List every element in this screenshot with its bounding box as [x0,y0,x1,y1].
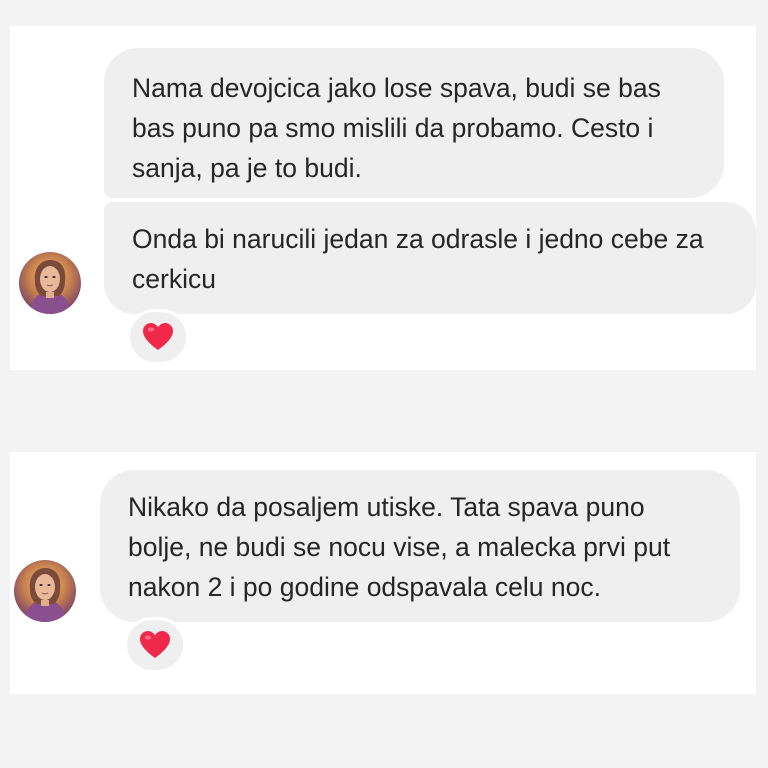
message-text: Nama devojcica jako lose spava, budi se … [132,73,661,183]
avatar-image [19,252,81,314]
message-bubble[interactable]: Onda bi narucili jedan za odrasle i jedn… [104,202,756,314]
heart-icon [140,631,170,658]
contact-avatar[interactable] [19,252,81,314]
heart-reaction[interactable] [127,309,189,365]
message-bubble[interactable]: Nikako da posaljem utiske. Tata spava pu… [100,470,740,622]
message-text: Onda bi narucili jedan za odrasle i jedn… [132,224,704,294]
contact-avatar[interactable] [14,560,76,622]
avatar-image [14,560,76,622]
heart-icon [143,323,173,350]
message-bubble[interactable]: Nama devojcica jako lose spava, budi se … [104,48,724,198]
heart-reaction[interactable] [124,617,186,673]
message-text: Nikako da posaljem utiske. Tata spava pu… [128,492,671,602]
